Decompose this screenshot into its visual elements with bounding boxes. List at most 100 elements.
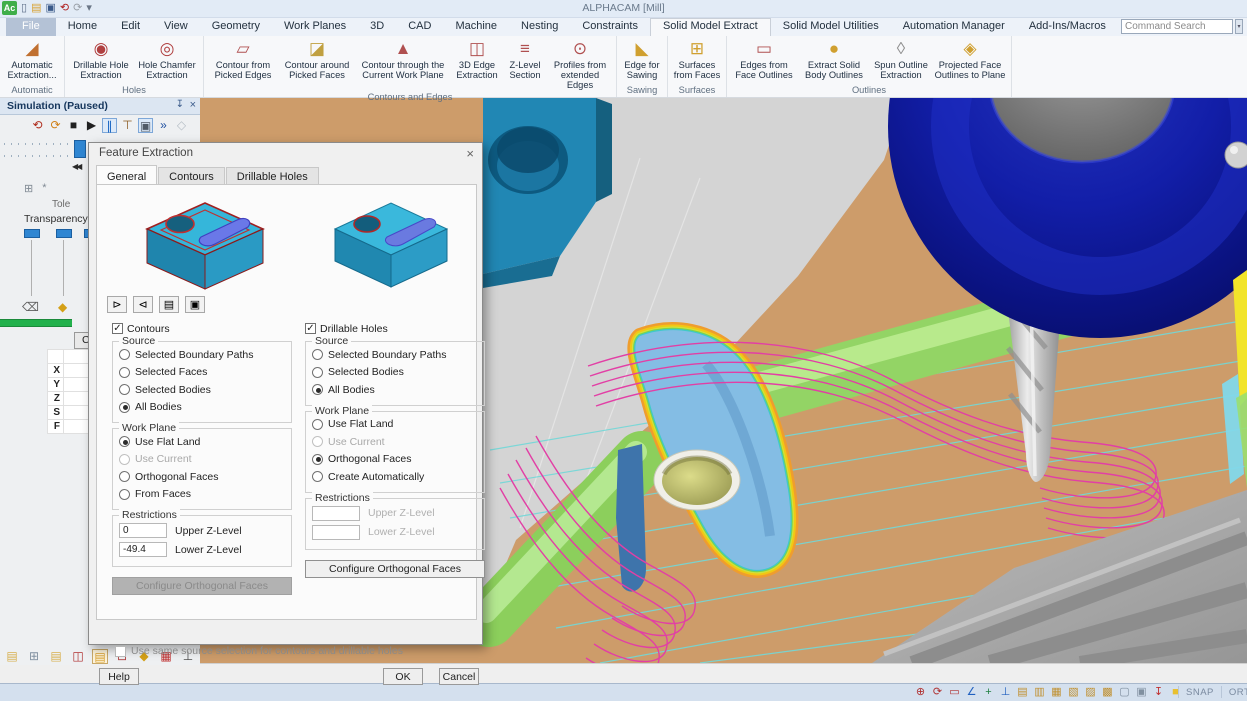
button-edge-for-sawing[interactable]: ◣Edge for Sawing: [620, 37, 664, 81]
tab-constraints[interactable]: Constraints: [570, 18, 650, 36]
command-search-caret-icon[interactable]: ▾: [1235, 19, 1243, 34]
button-contour-around-picked-faces[interactable]: ◪Contour around Picked Faces: [279, 37, 355, 81]
drillable-work-plane-radio-use-current[interactable]: Use Current: [312, 433, 478, 451]
options-icon[interactable]: ◇: [174, 118, 189, 133]
button-hole-chamfer-extraction[interactable]: ◎Hole Chamfer Extraction: [134, 37, 200, 81]
same-source-checkbox[interactable]: Use same source selection for contours a…: [115, 645, 403, 657]
open-settings-icon[interactable]: ▤: [159, 296, 179, 313]
layer-icon[interactable]: ⊞: [24, 182, 33, 195]
dialog-close-icon[interactable]: ×: [466, 146, 474, 161]
button-spun-outline-extraction[interactable]: ◊Spun Outline Extraction: [870, 37, 932, 81]
dialog-tab-general[interactable]: General: [96, 165, 157, 186]
rotate-view-icon[interactable]: ⟳: [931, 685, 944, 699]
contours-upper-z-level-field[interactable]: [119, 523, 167, 538]
material-view-icon[interactable]: ◫: [70, 649, 86, 664]
view-right-icon[interactable]: ▨: [1084, 685, 1097, 699]
pause-icon[interactable]: ∥: [102, 118, 117, 133]
button-3d-edge-extraction[interactable]: ◫3D Edge Extraction: [451, 37, 503, 81]
ok-button[interactable]: OK: [383, 668, 423, 685]
tab-solid-model-extract[interactable]: Solid Model Extract: [650, 18, 771, 36]
transparency-slider-handle[interactable]: [56, 229, 72, 238]
polyline-select-icon[interactable]: ∠: [965, 685, 978, 699]
stop-icon[interactable]: ■: [66, 118, 81, 133]
tab-view[interactable]: View: [152, 18, 200, 36]
axes-3d-icon[interactable]: +: [982, 685, 995, 699]
contours-work-plane-radio-orthogonal-faces[interactable]: Orthogonal Faces: [119, 468, 285, 486]
view-back-icon[interactable]: ▦: [1050, 685, 1063, 699]
save-settings-icon[interactable]: ▣: [185, 296, 205, 313]
restart-simulation-icon[interactable]: ⟲: [30, 118, 45, 133]
button-drillable-hole-extraction[interactable]: ◉Drillable Hole Extraction: [68, 37, 134, 81]
contours-checkbox[interactable]: ✓Contours: [112, 321, 292, 336]
contours-source-radio-selected-boundary-paths[interactable]: Selected Boundary Paths: [119, 346, 285, 364]
help-button[interactable]: Help: [99, 668, 139, 685]
tab-file[interactable]: File: [6, 18, 56, 36]
rewind-icon[interactable]: ◀◀: [72, 162, 80, 171]
tab-edit[interactable]: Edit: [109, 18, 152, 36]
command-search-input[interactable]: [1121, 19, 1233, 34]
tab-add-ins-macros[interactable]: Add-Ins/Macros: [1017, 18, 1118, 36]
drillable-work-plane-radio-orthogonal-faces[interactable]: Orthogonal Faces: [312, 451, 478, 469]
solid-view-icon[interactable]: ⌫: [22, 300, 39, 314]
cancel-button[interactable]: Cancel: [439, 668, 479, 685]
button-contour-from-picked-edges[interactable]: ▱Contour from Picked Edges: [207, 37, 279, 81]
step-icon[interactable]: »: [156, 118, 171, 133]
button-profiles-from-extended-edges[interactable]: ⊙Profiles from extended Edges: [547, 37, 613, 91]
drillable-source-radio-selected-boundary-paths[interactable]: Selected Boundary Paths: [312, 346, 478, 364]
tab-machine[interactable]: Machine: [443, 18, 509, 36]
pan-view-icon[interactable]: ⊕: [914, 685, 927, 699]
drillable-lower-z-level-field[interactable]: [312, 525, 360, 540]
button-z-level-section[interactable]: ≡Z-Level Section: [503, 37, 547, 81]
image-frame-icon[interactable]: ▣: [138, 118, 153, 133]
simulation-progress-slider[interactable]: [74, 140, 86, 158]
drillable-upper-z-level-field[interactable]: [312, 506, 360, 521]
view-plain-icon[interactable]: ▢: [1118, 685, 1131, 699]
simulation-panel-header[interactable]: Simulation (Paused) ↧ ×: [0, 98, 200, 115]
simulate-display-icon[interactable]: ▤: [92, 649, 108, 664]
play-icon[interactable]: ▶: [84, 118, 99, 133]
drillable-checkbox[interactable]: ✓Drillable Holes: [305, 321, 485, 336]
tab-3d[interactable]: 3D: [358, 18, 396, 36]
contours-work-plane-radio-use-flat-land[interactable]: Use Flat Land: [119, 433, 285, 451]
contours-work-plane-radio-use-current[interactable]: Use Current: [119, 451, 285, 469]
drillable-work-plane-radio-use-flat-land[interactable]: Use Flat Land: [312, 416, 478, 434]
tab-work-planes[interactable]: Work Planes: [272, 18, 358, 36]
plumb-tool-icon[interactable]: ↧: [1152, 685, 1165, 699]
close-icon[interactable]: ×: [190, 99, 196, 111]
frame-view-icon[interactable]: ⊞: [26, 649, 42, 664]
button-extract-solid-body-outlines[interactable]: ●Extract Solid Body Outlines: [798, 37, 870, 81]
axes-plan-icon[interactable]: ⊥: [999, 685, 1012, 699]
transparency-slider-handle[interactable]: [24, 229, 40, 238]
zoom-window-icon[interactable]: ▭: [948, 685, 961, 699]
drillable-source-radio-all-bodies[interactable]: All Bodies: [312, 381, 478, 399]
drillable-work-plane-radio-create-automatically[interactable]: Create Automatically: [312, 468, 478, 486]
tab-solid-model-utilities[interactable]: Solid Model Utilities: [771, 18, 891, 36]
pin-icon[interactable]: ↧: [176, 99, 184, 110]
view-frame-icon[interactable]: ▣: [1135, 685, 1148, 699]
hammer-icon[interactable]: ⊤: [120, 118, 135, 133]
shaded-view-icon[interactable]: ▤: [48, 649, 64, 664]
tab-cad[interactable]: CAD: [396, 18, 443, 36]
contours-lower-z-level-field[interactable]: [119, 542, 167, 557]
tab-geometry[interactable]: Geometry: [200, 18, 272, 36]
contours-source-radio-selected-bodies[interactable]: Selected Bodies: [119, 381, 285, 399]
fast-simulation-icon[interactable]: ⟳: [48, 118, 63, 133]
tab-home[interactable]: Home: [56, 18, 109, 36]
copy-left-icon[interactable]: ⊲: [133, 296, 153, 313]
drillable-configure-orthogonal-faces-button[interactable]: Configure Orthogonal Faces: [305, 560, 485, 578]
contours-source-radio-all-bodies[interactable]: All Bodies: [119, 399, 285, 417]
settings-icon[interactable]: *: [42, 182, 46, 195]
snap-toggle[interactable]: SNAP: [1179, 687, 1221, 698]
contours-work-plane-radio-from-faces[interactable]: From Faces: [119, 486, 285, 504]
copy-right-icon[interactable]: ⊳: [107, 296, 127, 313]
view-left-icon[interactable]: ▧: [1067, 685, 1080, 699]
view-front-icon[interactable]: ▥: [1033, 685, 1046, 699]
drillable-source-radio-selected-bodies[interactable]: Selected Bodies: [312, 364, 478, 382]
tool-display-icon[interactable]: ◆: [58, 300, 67, 314]
button-projected-face-outlines-to-plane[interactable]: ◈Projected Face Outlines to Plane: [932, 37, 1008, 81]
button-surfaces-from-faces[interactable]: ⊞Surfaces from Faces: [671, 37, 723, 81]
ortho-toggle[interactable]: ORTHO: [1222, 687, 1247, 698]
button-contour-through-the-current-work-plane[interactable]: ▲Contour through the Current Work Plane: [355, 37, 451, 81]
solid-view-icon[interactable]: ▤: [4, 649, 20, 664]
view-top-icon[interactable]: ▤: [1016, 685, 1029, 699]
